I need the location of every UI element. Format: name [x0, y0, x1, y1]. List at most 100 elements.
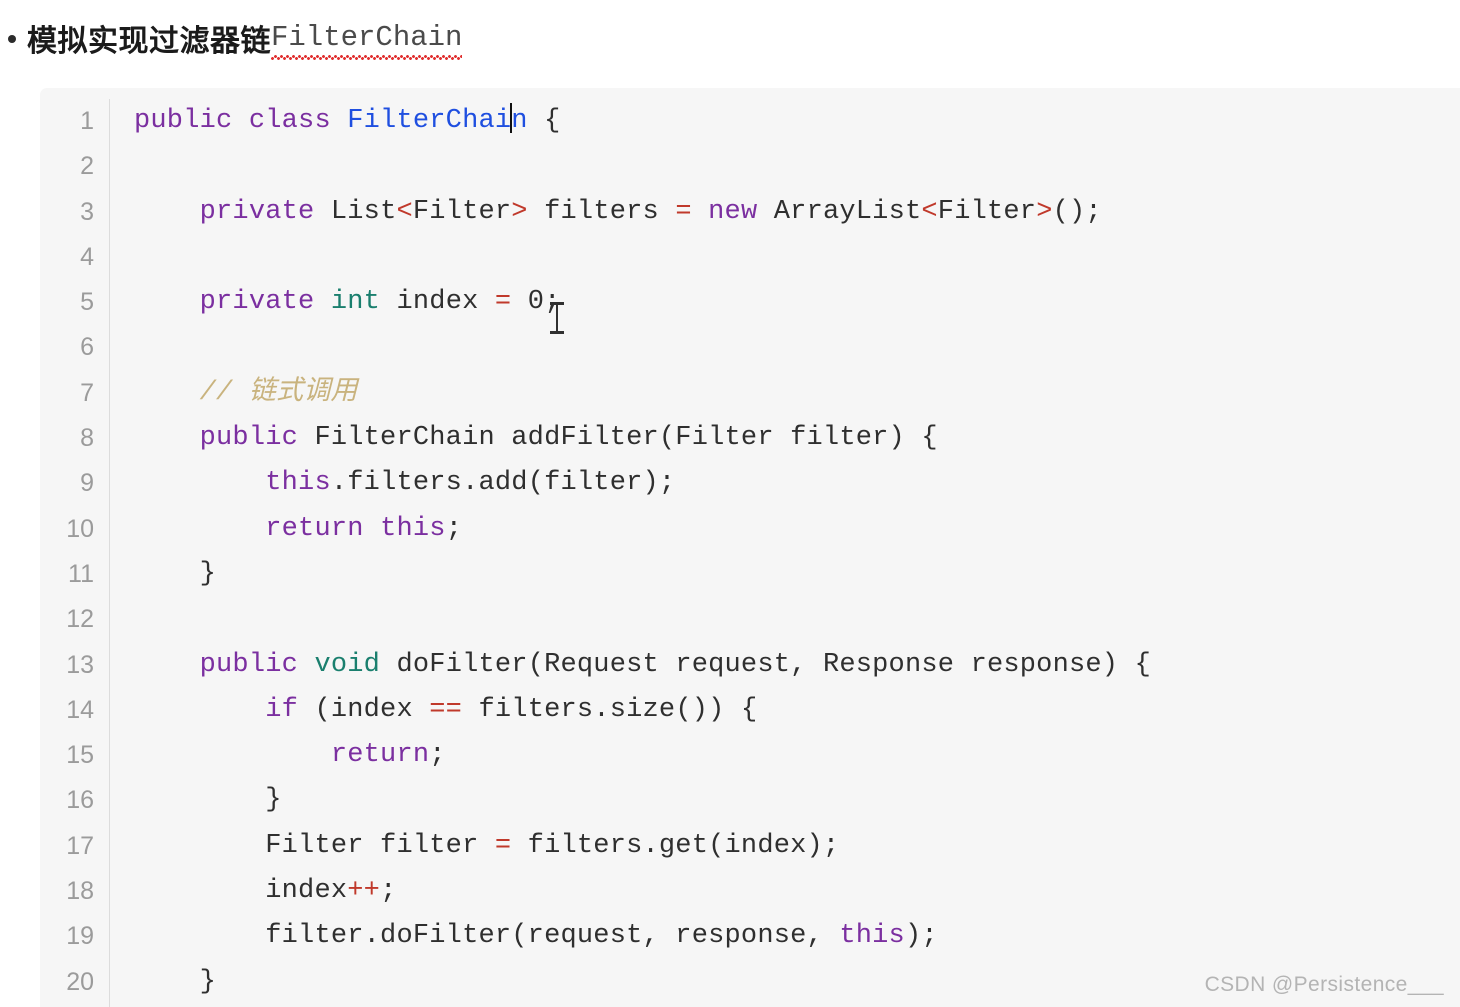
- line-number: 7: [80, 378, 94, 407]
- line-number: 11: [68, 559, 94, 588]
- token-this: this: [839, 921, 905, 952]
- bullet-point-icon: [8, 35, 16, 43]
- token-type: void: [314, 649, 381, 680]
- token-keyword: new: [708, 196, 758, 227]
- line-number: 17: [66, 831, 94, 860]
- code-line[interactable]: public class FilterChain {: [134, 99, 1460, 144]
- token-plain: }: [134, 558, 217, 589]
- code-line[interactable]: return this;: [134, 507, 1460, 552]
- line-number: 5: [80, 288, 94, 317]
- token-plain: 0;: [511, 287, 561, 318]
- line-number: 9: [80, 469, 94, 498]
- token-keyword: private: [199, 196, 315, 227]
- token-keyword: public: [199, 649, 299, 680]
- code-block[interactable]: 1 2 3 4 5 6 7 8 9 10 11 12 13 14 15 16 1…: [40, 88, 1460, 1007]
- line-number: 13: [66, 650, 94, 679]
- token-this: this: [265, 468, 331, 499]
- code-line[interactable]: [134, 235, 1460, 280]
- code-line[interactable]: index++;: [134, 869, 1460, 914]
- token-keyword: if: [265, 694, 299, 725]
- token-class-name: n: [511, 106, 528, 136]
- token-plain: ();: [1052, 196, 1102, 227]
- token-operator: <: [396, 196, 413, 227]
- token-plain: doFilter(Request request, Response respo…: [380, 649, 1152, 680]
- line-number: 18: [66, 877, 94, 906]
- line-number: 19: [66, 922, 94, 951]
- line-number: 20: [66, 967, 94, 996]
- code-text-area[interactable]: public class FilterChain { private List<…: [110, 99, 1460, 1007]
- line-number: 14: [66, 695, 94, 724]
- token-plain: .filters.add(filter);: [330, 468, 676, 499]
- line-number: 15: [66, 741, 94, 770]
- token-plain: index: [380, 287, 495, 318]
- token-plain: ;: [380, 876, 397, 907]
- token-operator: ++: [347, 876, 381, 907]
- token-operator: =: [494, 830, 512, 861]
- token-operator: >: [511, 196, 528, 227]
- token-plain: FilterChain addFilter(Filter filter) {: [298, 423, 938, 454]
- heading-text-chinese: 模拟实现过滤器链: [27, 25, 271, 58]
- code-line[interactable]: [134, 597, 1460, 642]
- code-line[interactable]: [134, 144, 1460, 189]
- code-line[interactable]: Filter filter = filters.get(index);: [134, 824, 1460, 869]
- code-line[interactable]: public FilterChain addFilter(Filter filt…: [134, 416, 1460, 461]
- line-number: 10: [66, 514, 94, 543]
- token-plain: }: [134, 966, 217, 997]
- token-keyword: return: [265, 513, 364, 544]
- code-line[interactable]: private List<Filter> filters = new Array…: [134, 190, 1460, 235]
- token-plain: Filter filter: [265, 830, 495, 861]
- code-line[interactable]: public void doFilter(Request request, Re…: [134, 643, 1460, 688]
- token-operator: >: [1036, 196, 1053, 227]
- token-plain: ;: [445, 513, 463, 544]
- code-line[interactable]: private int index = 0;: [134, 280, 1460, 325]
- token-comment: // 链式调用: [199, 377, 358, 408]
- token-keyword: public: [134, 106, 233, 136]
- code-line[interactable]: }: [134, 778, 1460, 823]
- token-operator: =: [494, 287, 512, 318]
- token-plain: ArrayList: [757, 196, 922, 227]
- token-plain: Filter: [937, 196, 1037, 227]
- code-block-inner: 1 2 3 4 5 6 7 8 9 10 11 12 13 14 15 16 1…: [40, 88, 1460, 1007]
- token-operator: ==: [429, 694, 463, 725]
- code-line[interactable]: [134, 325, 1460, 370]
- token-operator: =: [675, 196, 692, 227]
- bullet-heading: 模拟实现过滤器链 FilterChain: [0, 10, 463, 66]
- line-number-gutter: 1 2 3 4 5 6 7 8 9 10 11 12 13 14 15 16 1…: [40, 99, 110, 1007]
- token-keyword: public: [199, 423, 299, 454]
- code-line[interactable]: }: [134, 552, 1460, 597]
- token-plain: filter.doFilter(request, response,: [265, 921, 840, 952]
- line-number: 6: [80, 333, 94, 362]
- watermark: CSDN @Persistence___: [1204, 973, 1444, 996]
- token-plain: {: [527, 106, 561, 136]
- code-line[interactable]: filter.doFilter(request, response, this)…: [134, 914, 1460, 959]
- token-plain: List: [314, 196, 397, 227]
- token-plain: (index: [298, 694, 430, 725]
- line-number: 16: [66, 786, 94, 815]
- token-keyword: private: [199, 287, 315, 318]
- token-keyword: return: [330, 740, 430, 771]
- token-plain: index: [265, 876, 348, 907]
- token-plain: filters.size()) {: [462, 694, 758, 725]
- heading-text-code: FilterChain: [271, 20, 463, 60]
- code-line[interactable]: if (index == filters.size()) {: [134, 688, 1460, 733]
- line-number: 2: [80, 152, 94, 181]
- token-plain: );: [904, 921, 938, 952]
- code-line[interactable]: this.filters.add(filter);: [134, 461, 1460, 506]
- token-keyword: class: [248, 106, 331, 136]
- token-class-name: FilterChai: [347, 106, 512, 136]
- line-number: 12: [66, 605, 94, 634]
- line-number: 3: [80, 197, 94, 226]
- code-line[interactable]: return;: [134, 733, 1460, 778]
- token-plain: Filter: [412, 196, 512, 227]
- token-this: this: [380, 513, 446, 544]
- token-plain: }: [134, 785, 282, 816]
- line-number: 4: [80, 242, 94, 271]
- line-number: 8: [80, 424, 94, 453]
- token-plain: ;: [429, 740, 446, 771]
- token-operator: <: [921, 196, 938, 227]
- token-type: int: [314, 287, 381, 318]
- token-plain: filters.get(index);: [511, 830, 840, 861]
- code-line[interactable]: // 链式调用: [134, 371, 1460, 416]
- token-plain: filters: [527, 196, 676, 227]
- line-number: 1: [80, 107, 94, 135]
